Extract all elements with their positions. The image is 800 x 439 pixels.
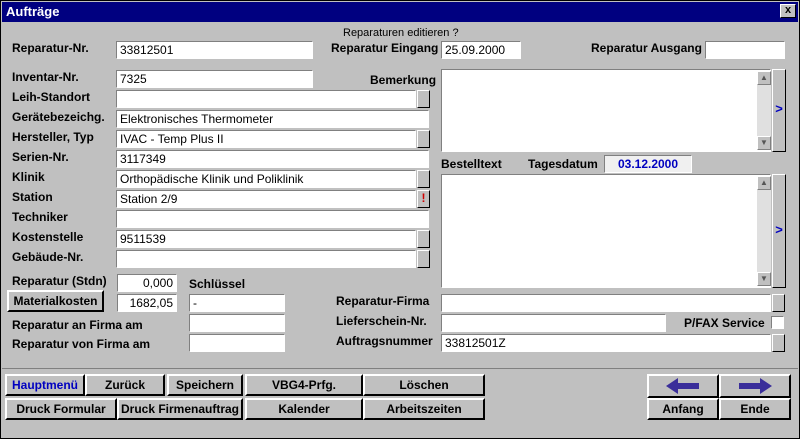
- reparatur-ausgang-field[interactable]: [705, 41, 785, 59]
- kostenstelle-label: Kostenstelle: [12, 230, 84, 244]
- header-note: Reparaturen editieren ?: [343, 27, 459, 39]
- loeschen-button[interactable]: Löschen: [363, 374, 485, 396]
- techniker-field[interactable]: [116, 210, 429, 228]
- scroll-up-icon[interactable]: ▲: [757, 176, 771, 190]
- hersteller-typ-field[interactable]: IVAC - Temp Plus II: [116, 130, 416, 148]
- serien-nr-label: Serien-Nr.: [12, 150, 69, 164]
- kalender-button[interactable]: Kalender: [245, 398, 363, 420]
- reparatur-von-firma-field[interactable]: [189, 334, 285, 352]
- bemerkung-expand-button[interactable]: >: [772, 69, 786, 152]
- leih-standort-label: Leih-Standort: [12, 90, 90, 104]
- previous-record-button[interactable]: [647, 374, 719, 398]
- scroll-down-icon[interactable]: ▼: [757, 136, 771, 150]
- station-alert-button[interactable]: !: [417, 190, 430, 208]
- hersteller-typ-dropdown-button[interactable]: [417, 130, 430, 148]
- inventar-nr-field[interactable]: 7325: [116, 70, 313, 88]
- speichern-button[interactable]: Speichern: [167, 374, 243, 396]
- reparatur-nr-field[interactable]: 33812501: [116, 41, 313, 59]
- orders-window: Aufträge x Reparaturen editieren ? Repar…: [0, 0, 800, 439]
- bemerkung-textarea[interactable]: [441, 69, 771, 152]
- reparatur-stunden-field[interactable]: 0,000: [117, 274, 177, 292]
- reparatur-an-firma-label: Reparatur an Firma am: [12, 318, 143, 332]
- bemerkung-scrollbar[interactable]: ▲ ▼: [757, 71, 771, 150]
- reparatur-ausgang-label: Reparatur Ausgang: [591, 41, 702, 55]
- tagesdatum-field: 03.12.2000: [604, 155, 692, 173]
- ende-button[interactable]: Ende: [719, 398, 791, 420]
- auftragsnummer-label: Auftragsnummer: [336, 334, 433, 348]
- auftragsnummer-dropdown-button[interactable]: [772, 334, 785, 352]
- close-button[interactable]: x: [780, 4, 796, 18]
- bestelltext-scrollbar[interactable]: ▲ ▼: [757, 176, 771, 286]
- bestelltext-label: Bestelltext: [441, 157, 502, 171]
- station-field[interactable]: Station 2/9: [116, 190, 416, 208]
- tagesdatum-label: Tagesdatum: [528, 157, 598, 171]
- reparatur-eingang-label: Reparatur Eingang: [331, 41, 439, 55]
- kostenstelle-dropdown-button[interactable]: [417, 230, 430, 248]
- station-label: Station: [12, 190, 53, 204]
- reparatur-eingang-field[interactable]: 25.09.2000: [441, 41, 521, 59]
- geraetebezeichnung-label: Gerätebezeichg.: [12, 110, 105, 124]
- reparatur-firma-label: Reparatur-Firma: [336, 294, 430, 308]
- reparatur-von-firma-label: Reparatur von Firma am: [12, 337, 151, 351]
- schluessel-field[interactable]: -: [189, 294, 285, 312]
- arrow-left-icon: [666, 378, 699, 394]
- window-title: Aufträge: [6, 4, 60, 19]
- hauptmenu-button[interactable]: Hauptmenü: [5, 374, 85, 396]
- vbg4-pruefung-button[interactable]: VBG4-Prfg.: [245, 374, 363, 396]
- bemerkung-label: Bemerkung: [370, 73, 437, 87]
- gebaeude-nr-dropdown-button[interactable]: [417, 250, 430, 268]
- reparatur-nr-label: Reparatur-Nr.: [12, 41, 89, 55]
- inventar-nr-label: Inventar-Nr.: [12, 70, 79, 84]
- druck-firmenauftrag-button[interactable]: Druck Firmenauftrag: [117, 398, 243, 420]
- zurueck-button[interactable]: Zurück: [85, 374, 165, 396]
- reparatur-an-firma-field[interactable]: [189, 314, 285, 332]
- pfax-service-label: P/FAX Service: [684, 316, 765, 330]
- leih-standort-field[interactable]: [116, 90, 416, 108]
- anfang-button[interactable]: Anfang: [647, 398, 719, 420]
- arbeitszeiten-button[interactable]: Arbeitszeiten: [363, 398, 485, 420]
- next-record-button[interactable]: [719, 374, 791, 398]
- title-bar: Aufträge x: [2, 2, 798, 22]
- hersteller-typ-label: Hersteller, Typ: [12, 130, 94, 144]
- kostenstelle-field[interactable]: 9511539: [116, 230, 416, 248]
- gebaeude-nr-label: Gebäude-Nr.: [12, 250, 84, 264]
- klinik-field[interactable]: Orthopädische Klinik und Poliklinik: [116, 170, 416, 188]
- reparatur-stunden-label: Reparatur (Stdn): [12, 274, 107, 288]
- reparatur-firma-dropdown-button[interactable]: [772, 294, 785, 312]
- pfax-service-checkbox[interactable]: [771, 316, 784, 329]
- divider: [2, 368, 798, 369]
- materialkosten-field[interactable]: 1682,05: [117, 294, 177, 312]
- lieferschein-nr-field[interactable]: [441, 314, 666, 332]
- serien-nr-field[interactable]: 3117349: [116, 150, 429, 168]
- reparatur-firma-field[interactable]: [441, 294, 771, 312]
- arrow-right-icon: [739, 378, 772, 394]
- materialkosten-button[interactable]: Materialkosten: [7, 290, 104, 312]
- bestelltext-textarea[interactable]: [441, 174, 771, 288]
- schluessel-label: Schlüssel: [189, 277, 246, 291]
- scroll-down-icon[interactable]: ▼: [757, 272, 771, 286]
- leih-standort-dropdown-button[interactable]: [417, 90, 430, 108]
- klinik-label: Klinik: [12, 170, 45, 184]
- klinik-dropdown-button[interactable]: [417, 170, 430, 188]
- lieferschein-nr-label: Lieferschein-Nr.: [336, 314, 427, 328]
- scroll-up-icon[interactable]: ▲: [757, 71, 771, 85]
- geraetebezeichnung-field[interactable]: Elektronisches Thermometer: [116, 110, 429, 128]
- druck-formular-button[interactable]: Druck Formular: [5, 398, 117, 420]
- gebaeude-nr-field[interactable]: [116, 250, 416, 268]
- auftragsnummer-field[interactable]: 33812501Z: [441, 334, 771, 352]
- techniker-label: Techniker: [12, 210, 68, 224]
- bestelltext-expand-button[interactable]: >: [772, 174, 786, 288]
